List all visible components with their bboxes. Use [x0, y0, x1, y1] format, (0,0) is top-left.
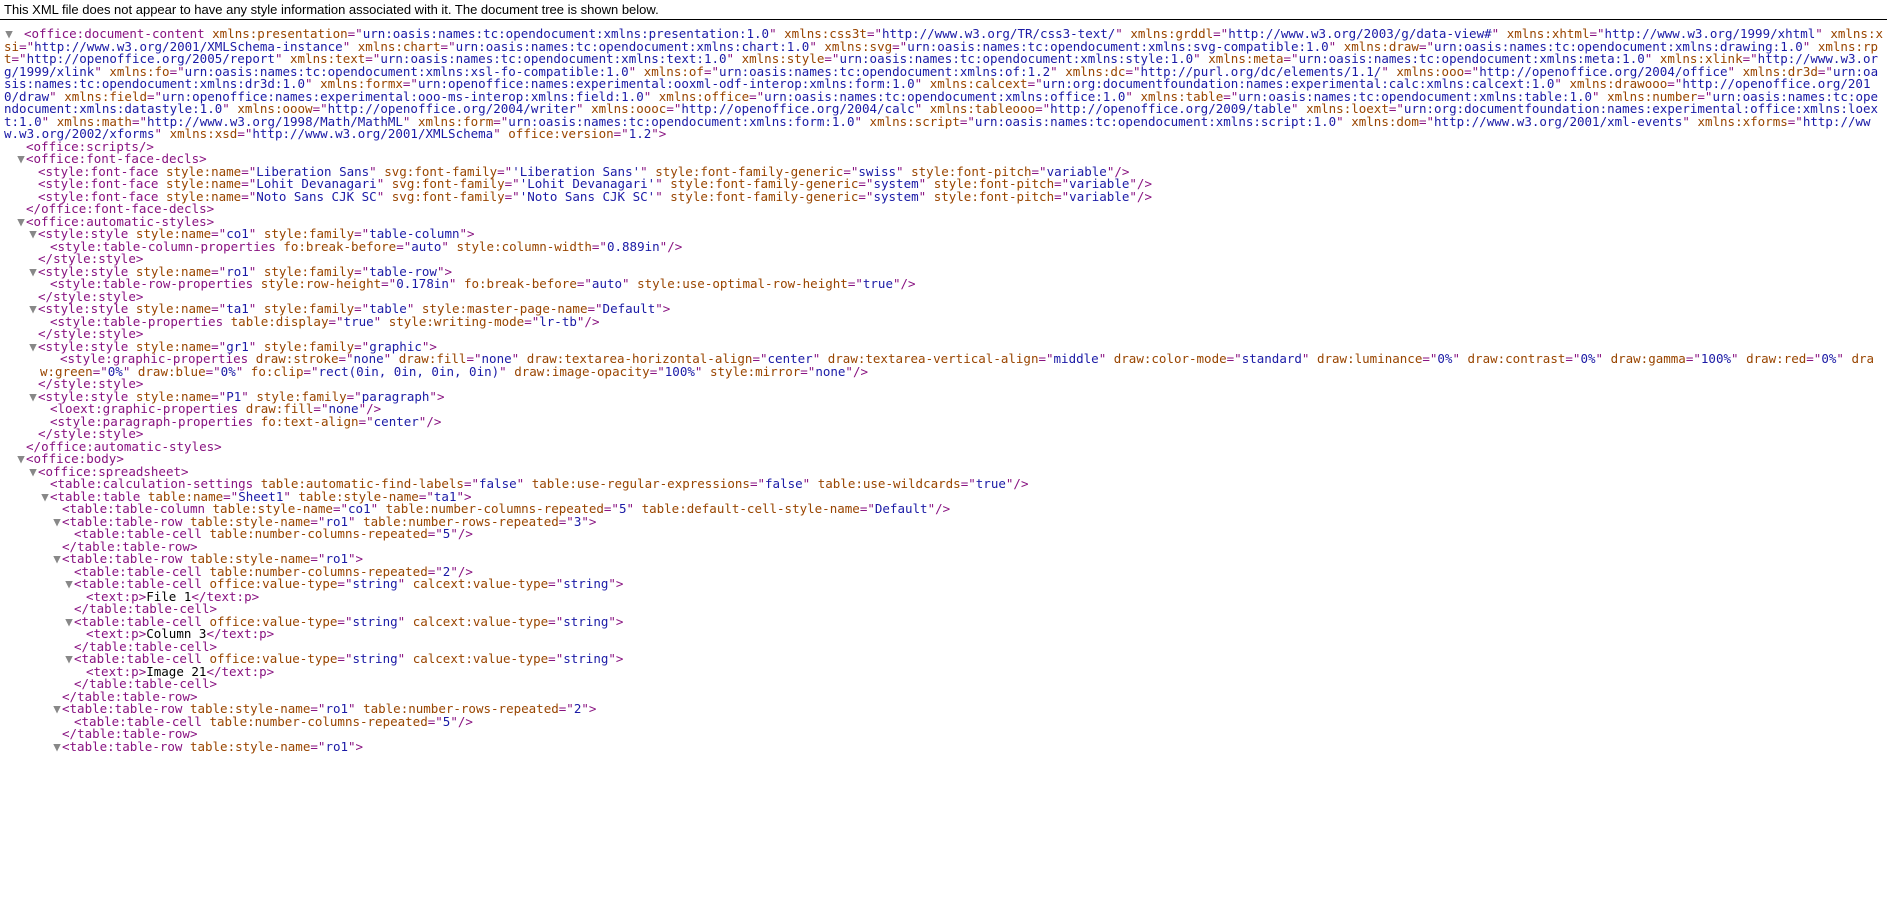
xml-node-row: ▼<table:table-cell office:value-type="st…	[4, 578, 1883, 591]
collapse-toggle-icon[interactable]: ▼	[16, 216, 26, 229]
collapse-toggle-icon[interactable]: ▼	[52, 553, 62, 566]
root-open-row: ▼<office:document-content xmlns:presenta…	[4, 28, 1883, 141]
xml-notice-text: This XML file does not appear to have an…	[4, 2, 659, 17]
collapse-toggle-icon[interactable]: ▼	[28, 228, 38, 241]
xml-node-row: ▼<table:table-cell office:value-type="st…	[4, 616, 1883, 629]
xml-notice-header: This XML file does not appear to have an…	[0, 0, 1887, 20]
collapse-toggle-icon[interactable]: ▼	[28, 341, 38, 354]
xml-node-row: ▼<style:graphic-properties draw:stroke="…	[4, 353, 1883, 378]
xml-node-row: ▼<text:p>Column 3</text:p>	[4, 628, 1883, 641]
collapse-toggle-icon[interactable]: ▼	[28, 391, 38, 404]
xml-node-row: ▼</office:font-face-decls>	[4, 203, 1883, 216]
collapse-toggle-icon[interactable]: ▼	[64, 653, 74, 666]
collapse-toggle-icon[interactable]: ▼	[64, 578, 74, 591]
xml-node-row: ▼<style:table-column-properties fo:break…	[4, 241, 1883, 254]
xml-node-row: ▼<text:p>File 1</text:p>	[4, 591, 1883, 604]
collapse-toggle-icon[interactable]: ▼	[52, 741, 62, 754]
xml-node-row: ▼<table:table-cell table:number-columns-…	[4, 528, 1883, 541]
xml-node-row: ▼<table:table-row table:style-name="ro1"…	[4, 741, 1883, 754]
xml-node-row: ▼</table:table-cell>	[4, 678, 1883, 691]
xml-node-row: ▼<style:font-face style:name="Noto Sans …	[4, 191, 1883, 204]
collapse-toggle-icon[interactable]: ▼	[40, 491, 50, 504]
collapse-toggle-icon[interactable]: ▼	[64, 616, 74, 629]
collapse-toggle-icon[interactable]: ▼	[52, 516, 62, 529]
xml-node-row: ▼<table:table-cell office:value-type="st…	[4, 653, 1883, 666]
collapse-toggle-icon[interactable]: ▼	[28, 266, 38, 279]
xml-node-row: ▼<office:scripts/>	[4, 141, 1883, 154]
xml-node-row: ▼<office:body>	[4, 453, 1883, 466]
collapse-toggle-icon[interactable]: ▼	[16, 153, 26, 166]
xml-node-row: ▼<style:table-row-properties style:row-h…	[4, 278, 1883, 291]
xml-node-row: ▼</office:automatic-styles>	[4, 441, 1883, 454]
xml-node-row: ▼<style:paragraph-properties fo:text-ali…	[4, 416, 1883, 429]
xml-node-row: ▼<style:table-properties table:display="…	[4, 316, 1883, 329]
xml-tree: ▼<office:document-content xmlns:presenta…	[0, 28, 1887, 753]
xml-node-row: ▼</style:style>	[4, 428, 1883, 441]
xml-node-row: ▼<text:p>Image 21</text:p>	[4, 666, 1883, 679]
collapse-toggle-icon[interactable]: ▼	[52, 703, 62, 716]
collapse-toggle-icon[interactable]: ▼	[28, 466, 38, 479]
collapse-toggle-icon[interactable]: ▼	[28, 303, 38, 316]
collapse-toggle-icon[interactable]: ▼	[16, 453, 26, 466]
xml-node-row: ▼<table:table-cell table:number-columns-…	[4, 716, 1883, 729]
